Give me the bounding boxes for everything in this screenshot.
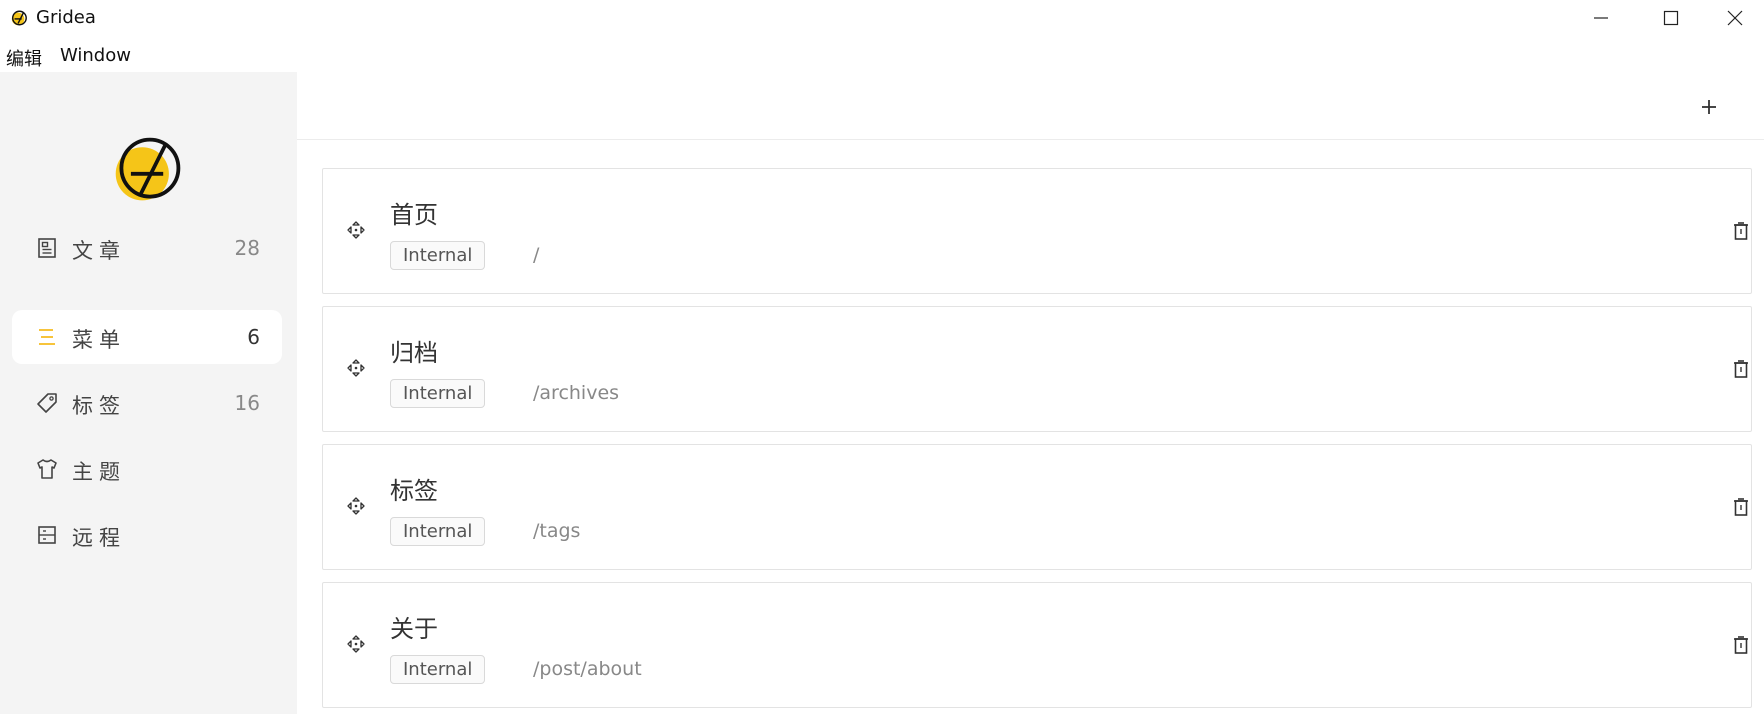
sidebar-item-articles[interactable]: 文章 28: [12, 221, 282, 275]
menu-link: /tags: [533, 520, 581, 542]
menu-card[interactable]: 归档 Internal /archives: [322, 306, 1752, 432]
sidebar-item-count: 16: [234, 391, 260, 415]
sidebar-item-menu[interactable]: 菜单 6: [12, 310, 282, 364]
article-icon: [38, 238, 56, 258]
menu-card[interactable]: 关于 Internal /post/about: [322, 582, 1752, 708]
menu-icon: [39, 329, 55, 345]
drag-handle-icon[interactable]: [347, 221, 365, 239]
menu-type-badge: Internal: [390, 379, 486, 408]
sidebar-item-themes[interactable]: 主题: [12, 442, 282, 496]
minimize-button[interactable]: [1566, 0, 1636, 36]
shirt-icon: [37, 459, 57, 479]
add-menu-button[interactable]: [1692, 90, 1726, 124]
tag-icon: [37, 393, 57, 413]
plus-icon: [1702, 100, 1716, 114]
trash-icon[interactable]: [1731, 497, 1751, 517]
menu-card[interactable]: 首页 Internal /: [322, 168, 1752, 294]
menu-bar: 编辑 Window: [0, 40, 1764, 71]
menu-link: /: [533, 244, 540, 266]
close-button[interactable]: [1706, 0, 1764, 36]
close-icon: [1727, 10, 1743, 26]
drag-handle-icon[interactable]: [347, 497, 365, 515]
app-title: Gridea: [36, 7, 96, 28]
maximize-icon: [1663, 10, 1679, 26]
gridea-logo: [115, 137, 181, 201]
menu-link: /post/about: [533, 658, 642, 680]
maximize-button[interactable]: [1636, 0, 1706, 36]
menu-type-badge: Internal: [390, 655, 486, 684]
sidebar-item-label: 远程: [72, 526, 126, 550]
sidebar-item-remote[interactable]: 远程: [12, 508, 282, 562]
menu-name: 标签: [390, 477, 438, 505]
menu-name: 首页: [390, 201, 438, 229]
menu-name: 归档: [390, 339, 438, 367]
menu-name: 关于: [390, 615, 438, 643]
trash-icon[interactable]: [1731, 635, 1751, 655]
sidebar-item-tags[interactable]: 标签 16: [12, 376, 282, 430]
title-bar: Gridea: [0, 0, 1764, 36]
menu-type-badge: Internal: [390, 517, 486, 546]
menu-card[interactable]: 标签 Internal /tags: [322, 444, 1752, 570]
menu-type-badge: Internal: [390, 241, 486, 270]
drag-handle-icon[interactable]: [347, 359, 365, 377]
main-content: 首页 Internal / 归档 Internal /archives 标签 I…: [297, 72, 1764, 714]
sidebar-item-label: 菜单: [72, 328, 126, 352]
drag-handle-icon[interactable]: [347, 635, 365, 653]
menu-edit[interactable]: 编辑: [6, 45, 42, 71]
menu-window[interactable]: Window: [60, 45, 131, 66]
server-icon: [38, 526, 56, 544]
sidebar-item-count: 28: [234, 236, 260, 260]
toolbar: [297, 72, 1764, 140]
sidebar: 文章 28 菜单 6 标签 16 主题 远程: [0, 72, 297, 714]
trash-icon[interactable]: [1731, 221, 1751, 241]
sidebar-item-label: 主题: [72, 460, 126, 484]
sidebar-item-label: 标签: [72, 394, 126, 418]
gridea-logo-icon: [11, 10, 27, 26]
sidebar-item-count: 6: [247, 325, 260, 349]
sidebar-item-label: 文章: [72, 239, 126, 263]
menu-link: /archives: [533, 382, 620, 404]
trash-icon[interactable]: [1731, 359, 1751, 379]
minimize-icon: [1594, 17, 1608, 19]
